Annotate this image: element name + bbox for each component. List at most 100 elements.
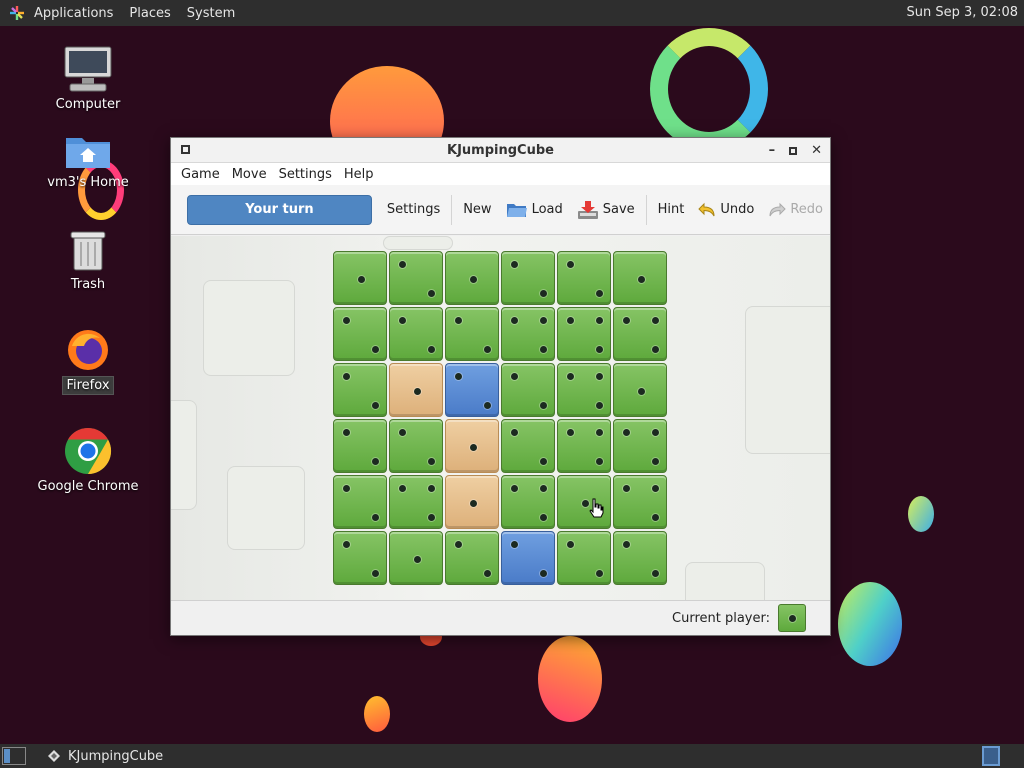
cube-green[interactable]	[333, 363, 387, 417]
pip	[428, 346, 435, 353]
pip	[596, 317, 603, 324]
window-title: KJumpingCube	[447, 142, 554, 158]
menu-game[interactable]: Game	[175, 167, 226, 182]
cube-blue[interactable]	[501, 531, 555, 585]
desktop-icon-trash[interactable]: Trash	[28, 228, 148, 293]
cube-green[interactable]	[333, 251, 387, 305]
cube-green[interactable]	[389, 251, 443, 305]
turn-indicator-button[interactable]: Your turn	[187, 194, 372, 225]
undo-label: Undo	[720, 202, 755, 217]
pip	[623, 485, 630, 492]
pip	[567, 541, 574, 548]
distro-logo-icon[interactable]	[8, 4, 26, 22]
cube-blue[interactable]	[445, 363, 499, 417]
workspace-switcher[interactable]	[982, 746, 1000, 766]
maximize-icon[interactable]	[789, 146, 798, 155]
cube-green[interactable]	[389, 307, 443, 361]
window-menu-icon[interactable]	[181, 145, 190, 154]
pip	[596, 346, 603, 353]
save-button[interactable]: Save	[570, 195, 642, 225]
cube-green[interactable]	[501, 475, 555, 529]
pip	[484, 402, 491, 409]
cube-green[interactable]	[613, 531, 667, 585]
desktop-icon-firefox[interactable]: Firefox	[28, 326, 148, 395]
cube-green[interactable]	[501, 307, 555, 361]
cube-green[interactable]	[389, 475, 443, 529]
pip	[372, 514, 379, 521]
close-icon[interactable]: ✕	[811, 143, 822, 158]
cube-green[interactable]	[613, 363, 667, 417]
cube-green[interactable]	[613, 251, 667, 305]
cube-green[interactable]	[501, 419, 555, 473]
pip	[623, 541, 630, 548]
cube-green[interactable]	[333, 419, 387, 473]
desktop-icon-computer[interactable]: Computer	[28, 44, 148, 113]
pip	[470, 500, 477, 507]
cube-green[interactable]	[445, 251, 499, 305]
pip	[343, 429, 350, 436]
cube-green[interactable]	[613, 475, 667, 529]
cube-tan[interactable]	[445, 475, 499, 529]
cube-green[interactable]	[389, 419, 443, 473]
menu-help[interactable]: Help	[338, 167, 380, 182]
cube-green[interactable]	[445, 531, 499, 585]
menu-applications[interactable]: Applications	[26, 0, 121, 26]
redo-label: Redo	[790, 202, 823, 217]
pip	[652, 514, 659, 521]
pip	[372, 458, 379, 465]
cube-green[interactable]	[557, 251, 611, 305]
pip	[540, 346, 547, 353]
hint-button[interactable]: Hint	[651, 195, 692, 225]
cube-green[interactable]	[333, 475, 387, 529]
cube-green[interactable]	[557, 307, 611, 361]
pip	[567, 261, 574, 268]
cube-green[interactable]	[613, 307, 667, 361]
minimize-icon[interactable]: –	[769, 143, 776, 158]
pip	[470, 276, 477, 283]
save-label: Save	[602, 202, 635, 217]
menu-settings[interactable]: Settings	[273, 167, 338, 182]
pip	[455, 541, 462, 548]
cube-green[interactable]	[333, 531, 387, 585]
cube-green[interactable]	[333, 307, 387, 361]
load-label: Load	[531, 202, 563, 217]
taskbar-item-kjumpingcube[interactable]: KJumpingCube	[40, 749, 171, 764]
pip	[372, 402, 379, 409]
cube-tan[interactable]	[445, 419, 499, 473]
cube-green[interactable]	[557, 531, 611, 585]
background-decoration	[685, 562, 765, 600]
undo-button[interactable]: Undo	[691, 195, 761, 225]
cube-green[interactable]	[445, 307, 499, 361]
cube-green[interactable]	[557, 363, 611, 417]
cube-green[interactable]	[501, 363, 555, 417]
bottom-panel: KJumpingCube	[0, 744, 1024, 768]
background-decoration	[203, 280, 295, 376]
pip	[567, 373, 574, 380]
pip	[567, 317, 574, 324]
settings-button[interactable]: Settings	[380, 195, 447, 225]
cube-tan[interactable]	[389, 363, 443, 417]
cube-green[interactable]	[557, 419, 611, 473]
wallpaper-shape	[538, 636, 602, 722]
cube-green[interactable]	[613, 419, 667, 473]
cube-green[interactable]	[389, 531, 443, 585]
menu-system[interactable]: System	[179, 0, 243, 26]
pip	[567, 429, 574, 436]
desktop-icon-label: Google Chrome	[37, 479, 139, 494]
game-board-area	[171, 236, 830, 600]
window-titlebar[interactable]: KJumpingCube – ✕	[171, 138, 830, 163]
desktop-icon-chrome[interactable]: Google Chrome	[28, 426, 148, 495]
load-button[interactable]: Load	[499, 195, 570, 225]
firefox-icon	[68, 330, 108, 370]
pip	[372, 346, 379, 353]
background-decoration	[383, 236, 453, 250]
clock[interactable]: Sun Sep 3, 02:08	[907, 0, 1019, 26]
pip	[652, 458, 659, 465]
show-desktop-icon[interactable]	[2, 747, 26, 765]
menu-move[interactable]: Move	[226, 167, 273, 182]
desktop-icon-home[interactable]: vm3's Home	[28, 132, 148, 191]
menu-places[interactable]: Places	[121, 0, 178, 26]
new-button[interactable]: New	[456, 195, 498, 225]
cube-green[interactable]	[501, 251, 555, 305]
redo-button[interactable]: Redo	[761, 195, 830, 225]
